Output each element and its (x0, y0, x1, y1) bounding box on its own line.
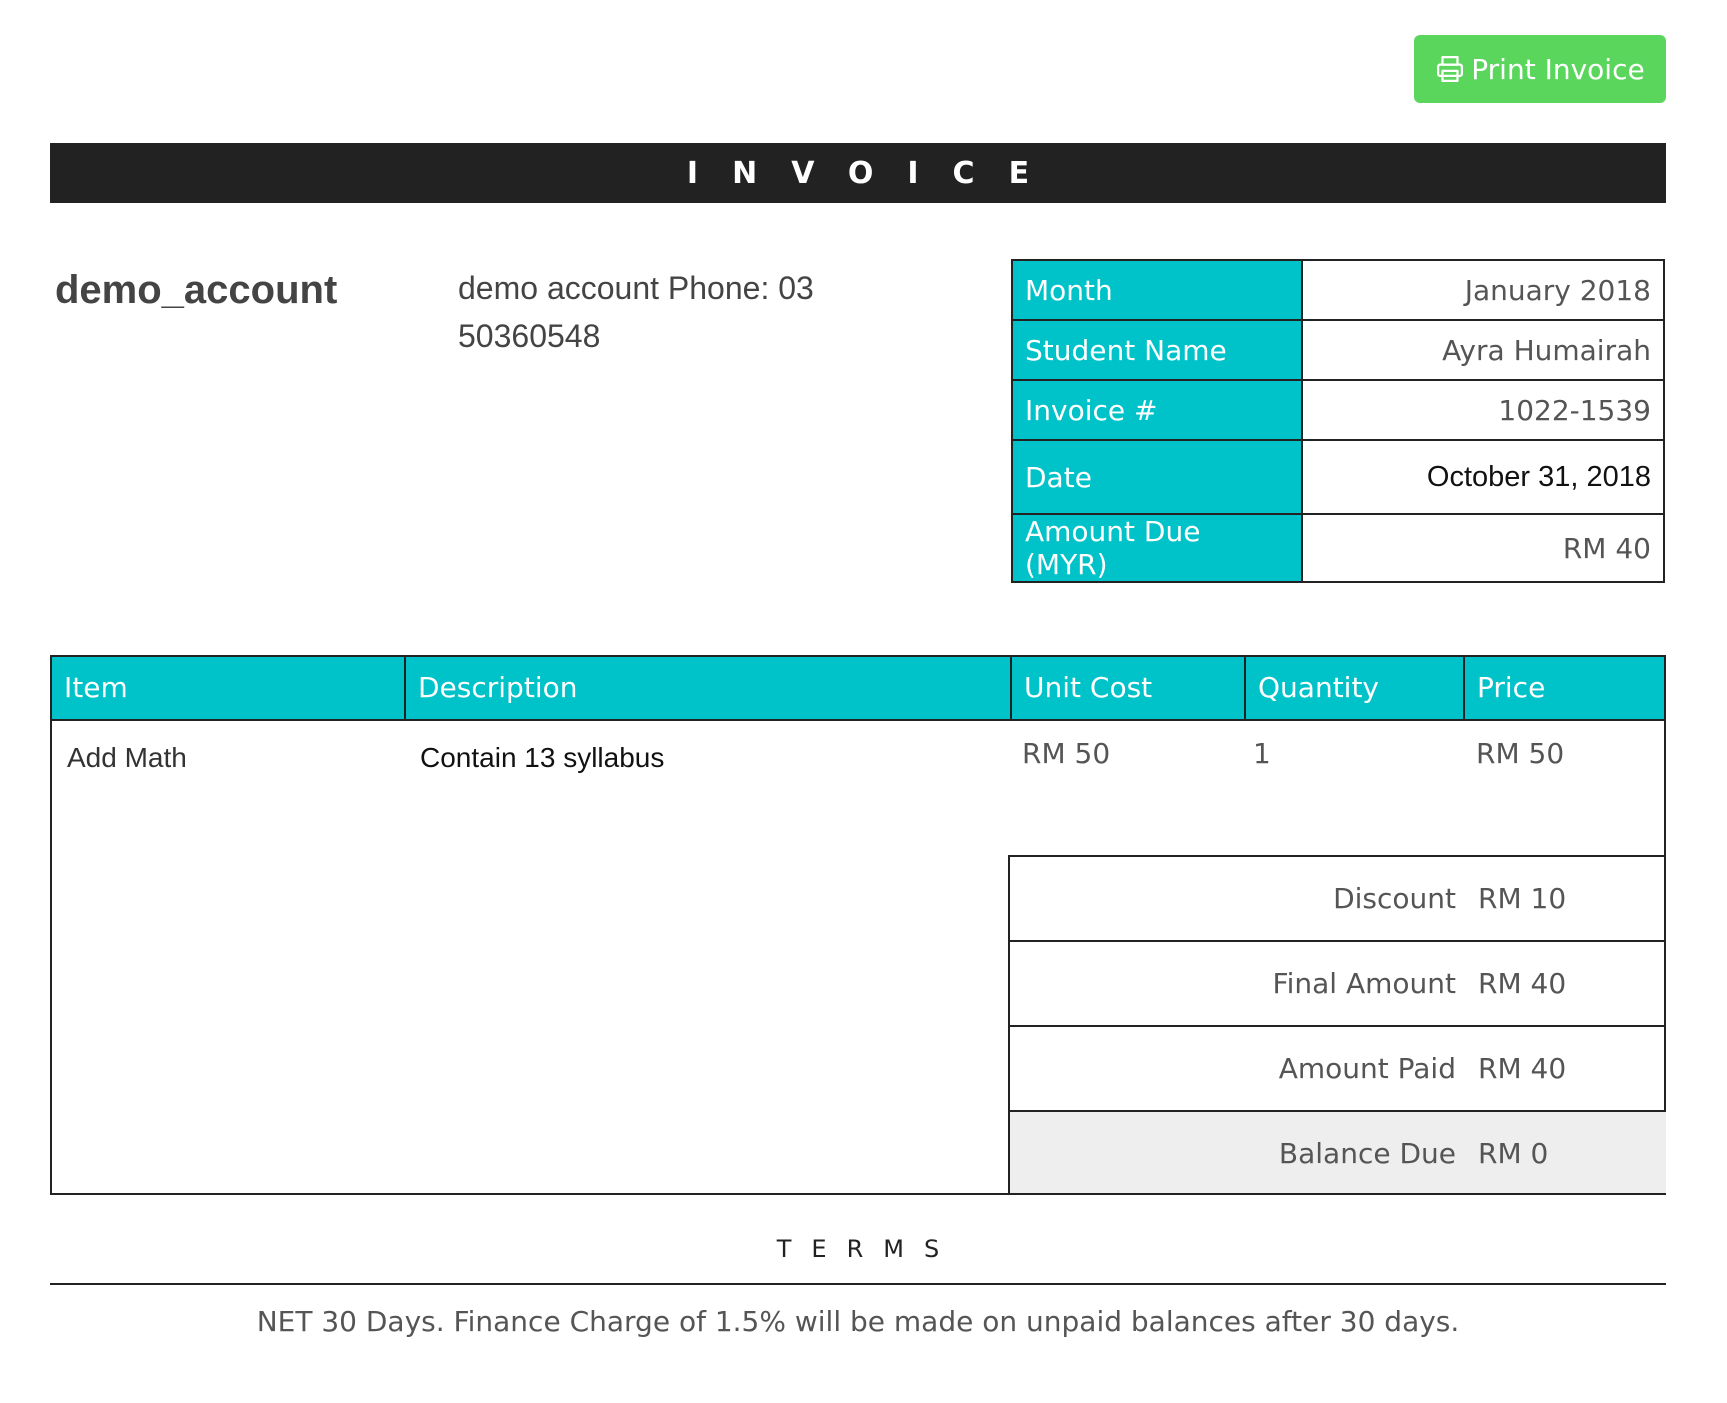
invoice-title: INVOICE (686, 155, 1064, 191)
meta-row-invoice-number: Invoice # 1022-1539 (1011, 379, 1665, 441)
totals-label: Discount (1333, 882, 1456, 915)
totals-block: Discount RM 10 Final Amount RM 40 Amount… (1010, 855, 1666, 1193)
meta-row-month: Month January 2018 (1011, 259, 1665, 321)
meta-row-date: Date October 31, 2018 (1011, 439, 1665, 515)
totals-value: RM 40 (1478, 967, 1567, 1000)
totals-row-amount-paid: Amount Paid RM 40 (1010, 1025, 1666, 1110)
print-invoice-button[interactable]: Print Invoice (1414, 35, 1666, 103)
items-table-header: Item Description Unit Cost Quantity Pric… (52, 657, 1664, 721)
meta-label: Month (1011, 259, 1303, 321)
printer-icon (1435, 54, 1465, 84)
meta-value: RM 40 (1301, 513, 1665, 583)
totals-label: Balance Due (1278, 1137, 1456, 1170)
terms-divider (50, 1283, 1666, 1285)
column-header-quantity: Quantity (1246, 657, 1465, 719)
item-quantity: 1 (1253, 737, 1271, 770)
column-header-description: Description (406, 657, 1012, 719)
meta-row-amount-due: Amount Due (MYR) RM 40 (1011, 513, 1665, 583)
totals-label: Amount Paid (1278, 1052, 1456, 1085)
meta-label: Student Name (1011, 319, 1303, 381)
item-name: Add Math (67, 742, 187, 773)
totals-label: Final Amount (1272, 967, 1456, 1000)
item-unit-cost: RM 50 (1022, 737, 1111, 770)
company-info: demo account Phone: 03 50360548 (458, 270, 814, 354)
totals-row-balance-due: Balance Due RM 0 (1010, 1110, 1666, 1193)
column-header-item: Item (52, 657, 406, 719)
totals-row-final-amount: Final Amount RM 40 (1010, 940, 1666, 1025)
totals-value: RM 40 (1478, 1052, 1567, 1085)
items-table: Item Description Unit Cost Quantity Pric… (50, 655, 1666, 1195)
company-name: demo_account (55, 268, 338, 312)
totals-value: RM 10 (1478, 882, 1567, 915)
meta-value: Ayra Humairah (1301, 319, 1665, 381)
meta-label: Amount Due (MYR) (1011, 513, 1303, 583)
terms-title: TERMS (776, 1235, 960, 1263)
meta-value: 1022-1539 (1301, 379, 1665, 441)
totals-row-discount: Discount RM 10 (1010, 855, 1666, 940)
meta-value: January 2018 (1301, 259, 1665, 321)
item-price: RM 50 (1476, 737, 1565, 770)
totals-value: RM 0 (1478, 1137, 1549, 1170)
meta-label: Date (1011, 439, 1303, 515)
column-header-price: Price (1477, 671, 1546, 704)
column-header-unit-cost: Unit Cost (1012, 657, 1246, 719)
terms-text: NET 30 Days. Finance Charge of 1.5% will… (256, 1305, 1460, 1338)
item-description: Contain 13 syllabus (420, 742, 665, 773)
meta-label: Invoice # (1011, 379, 1303, 441)
print-invoice-label: Print Invoice (1471, 52, 1645, 86)
meta-row-student-name: Student Name Ayra Humairah (1011, 319, 1665, 381)
meta-value: October 31, 2018 (1301, 439, 1665, 515)
invoice-meta-table: Month January 2018 Student Name Ayra Hum… (1011, 259, 1665, 583)
invoice-title-bar: INVOICE (50, 143, 1666, 203)
